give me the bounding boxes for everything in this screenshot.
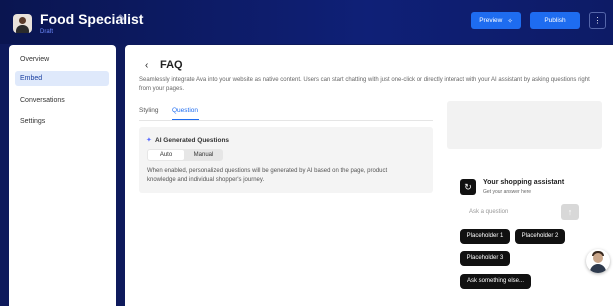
preview-button[interactable]: Preview ✧ xyxy=(471,12,521,29)
sidebar-item-conversations[interactable]: Conversations xyxy=(15,93,109,108)
chevron-left-icon[interactable]: ‹ xyxy=(145,60,148,71)
mode-segmented-control: Auto Manual xyxy=(147,149,223,161)
ai-questions-panel: ✦ AI Generated Questions Auto Manual Whe… xyxy=(139,127,433,193)
top-bar: Food Specialist ✎ Draft Preview ✧ Publis… xyxy=(0,0,613,44)
auto-option[interactable]: Auto xyxy=(148,150,184,160)
panel-title: AI Generated Questions xyxy=(155,137,230,144)
sidebar-item-settings[interactable]: Settings xyxy=(15,114,109,129)
suggestion-chip[interactable]: Ask something else... xyxy=(460,274,531,289)
more-vertical-icon[interactable]: ⋮ xyxy=(589,12,606,29)
publish-button-label: Publish xyxy=(544,17,566,24)
sidebar-item-overview[interactable]: Overview xyxy=(15,52,109,67)
tab-question[interactable]: Question xyxy=(172,107,198,114)
suggestion-chip[interactable]: Placeholder 3 xyxy=(460,251,510,266)
assistant-subtitle: Get your answer here xyxy=(483,189,532,195)
publish-button[interactable]: Publish xyxy=(530,12,580,29)
panel-description: When enabled, personalized questions wil… xyxy=(147,168,388,183)
preview-button-label: Preview xyxy=(479,17,503,24)
page-title: FAQ xyxy=(160,59,183,71)
tab-styling[interactable]: Styling xyxy=(139,107,159,114)
sidebar: Overview Embed Conversations Settings xyxy=(9,45,116,306)
manual-option[interactable]: Manual xyxy=(185,150,222,160)
bot-avatar xyxy=(13,14,32,33)
page-description: Seamlessly integrate Ava into your websi… xyxy=(139,77,590,92)
suggestion-chip[interactable]: Placeholder 2 xyxy=(515,229,565,244)
suggestion-chip[interactable]: Placeholder 1 xyxy=(460,229,510,244)
assistant-logo-icon: ↻ xyxy=(460,179,476,195)
send-arrow-icon[interactable]: ↑ xyxy=(561,204,579,220)
pencil-icon[interactable]: ✎ xyxy=(118,13,128,23)
tabs-divider xyxy=(139,120,433,121)
sparkle-icon: ✧ xyxy=(507,17,513,25)
assistant-title: Your shopping assistant xyxy=(483,179,565,186)
chat-launcher-avatar[interactable] xyxy=(586,249,610,273)
main-content: ‹ FAQ Seamlessly integrate Ava into your… xyxy=(125,45,613,306)
sidebar-item-embed[interactable]: Embed xyxy=(15,71,109,86)
active-tab-indicator xyxy=(172,119,199,120)
sparkle-icon: ✦ xyxy=(146,137,152,144)
status-badge: Draft xyxy=(40,29,54,35)
preview-placeholder xyxy=(447,101,602,149)
